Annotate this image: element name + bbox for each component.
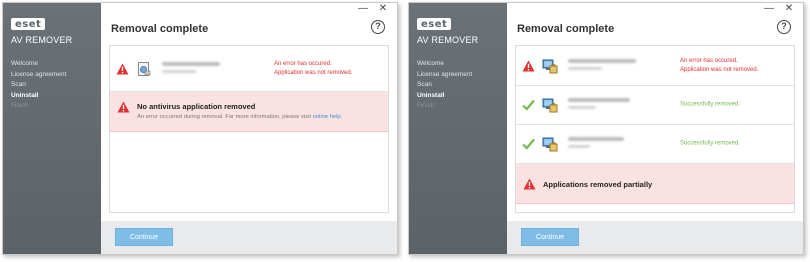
results-list: An error has occured. Application was no… [109, 45, 389, 213]
page-title: Removal complete [517, 23, 615, 35]
nav-step-scan: Scan [417, 81, 432, 88]
help-icon[interactable]: ? [777, 20, 791, 34]
step-nav: Welcome License agreement Scan Uninstall… [11, 59, 66, 112]
result-row: An error has occured. Application was no… [110, 46, 388, 92]
warning-icon [117, 101, 130, 113]
main-panel: — ✕ Removal complete ? An error has occu… [507, 3, 803, 254]
row-error-message: An error has occured. Application was no… [274, 60, 353, 76]
help-icon[interactable]: ? [371, 20, 385, 34]
online-help-link[interactable]: online help [313, 114, 341, 120]
logo-badge: eset [417, 18, 452, 30]
nav-step-license: License agreement [11, 70, 67, 78]
result-row: Successfully removed. [516, 86, 794, 125]
installer-icon [138, 61, 151, 76]
eset-logo: eset AV REMOVER [417, 14, 497, 45]
checkmark-icon [522, 138, 535, 150]
nav-step-license: License agreement [417, 70, 473, 78]
nav-step-finish: Finish [11, 102, 29, 109]
nav-step-finish: Finish [417, 102, 435, 109]
warning-icon [116, 63, 129, 74]
blurred-app-name [568, 137, 624, 148]
logo-product-name: AV REMOVER [11, 35, 73, 45]
warning-icon [522, 60, 535, 71]
logo-product-name: AV REMOVER [417, 35, 479, 45]
computer-package-icon [542, 137, 558, 152]
main-panel: — ✕ Removal complete ? An error has occu… [101, 3, 397, 254]
computer-package-icon [542, 59, 558, 73]
minimize-button[interactable]: — [355, 3, 371, 16]
step-nav: Welcome License agreement Scan Uninstall… [417, 59, 472, 112]
result-banner: Applications removed partially [516, 164, 794, 204]
banner-title: Applications removed partially [543, 180, 653, 189]
blurred-app-name [162, 61, 220, 73]
checkmark-icon [522, 99, 535, 111]
close-button[interactable]: ✕ [375, 3, 391, 16]
result-row: Successfully removed. [516, 125, 794, 164]
sidebar: eset AV REMOVER Welcome License agreemen… [3, 3, 101, 254]
nav-step-scan: Scan [11, 81, 26, 88]
sidebar: eset AV REMOVER Welcome License agreemen… [409, 3, 507, 254]
window-controls: — ✕ [743, 3, 803, 17]
result-row: An error has occured. Application was no… [516, 46, 794, 86]
footer: Continue [507, 221, 803, 254]
nav-step-welcome: Welcome [417, 60, 444, 67]
nav-step-uninstall: Uninstall [417, 91, 445, 99]
warning-icon [523, 178, 536, 190]
window-controls: — ✕ [337, 3, 397, 17]
logo-badge: eset [11, 18, 46, 30]
result-banner: No antivirus application removed An erro… [110, 92, 388, 132]
computer-package-icon [542, 98, 558, 113]
av-remover-window-right: eset AV REMOVER Welcome License agreemen… [408, 2, 804, 255]
banner-description: An error occurred during removal. For mo… [137, 114, 343, 120]
blurred-app-name [568, 58, 636, 70]
page-title: Removal complete [111, 23, 209, 35]
eset-logo: eset AV REMOVER [11, 14, 91, 45]
minimize-button[interactable]: — [761, 3, 777, 16]
continue-button[interactable]: Continue [521, 228, 579, 246]
nav-step-welcome: Welcome [11, 60, 38, 67]
blurred-app-name [568, 98, 630, 109]
row-success-message: Successfully removed. [680, 140, 741, 147]
banner-title: No antivirus application removed [137, 102, 256, 111]
footer: Continue [101, 221, 397, 254]
close-button[interactable]: ✕ [781, 3, 797, 16]
row-error-message: An error has occured. Application was no… [680, 57, 759, 73]
nav-step-uninstall: Uninstall [11, 91, 39, 99]
row-success-message: Successfully removed. [680, 101, 741, 108]
continue-button[interactable]: Continue [115, 228, 173, 246]
av-remover-window-left: eset AV REMOVER Welcome License agreemen… [2, 2, 398, 255]
results-list: An error has occured. Application was no… [515, 45, 795, 213]
